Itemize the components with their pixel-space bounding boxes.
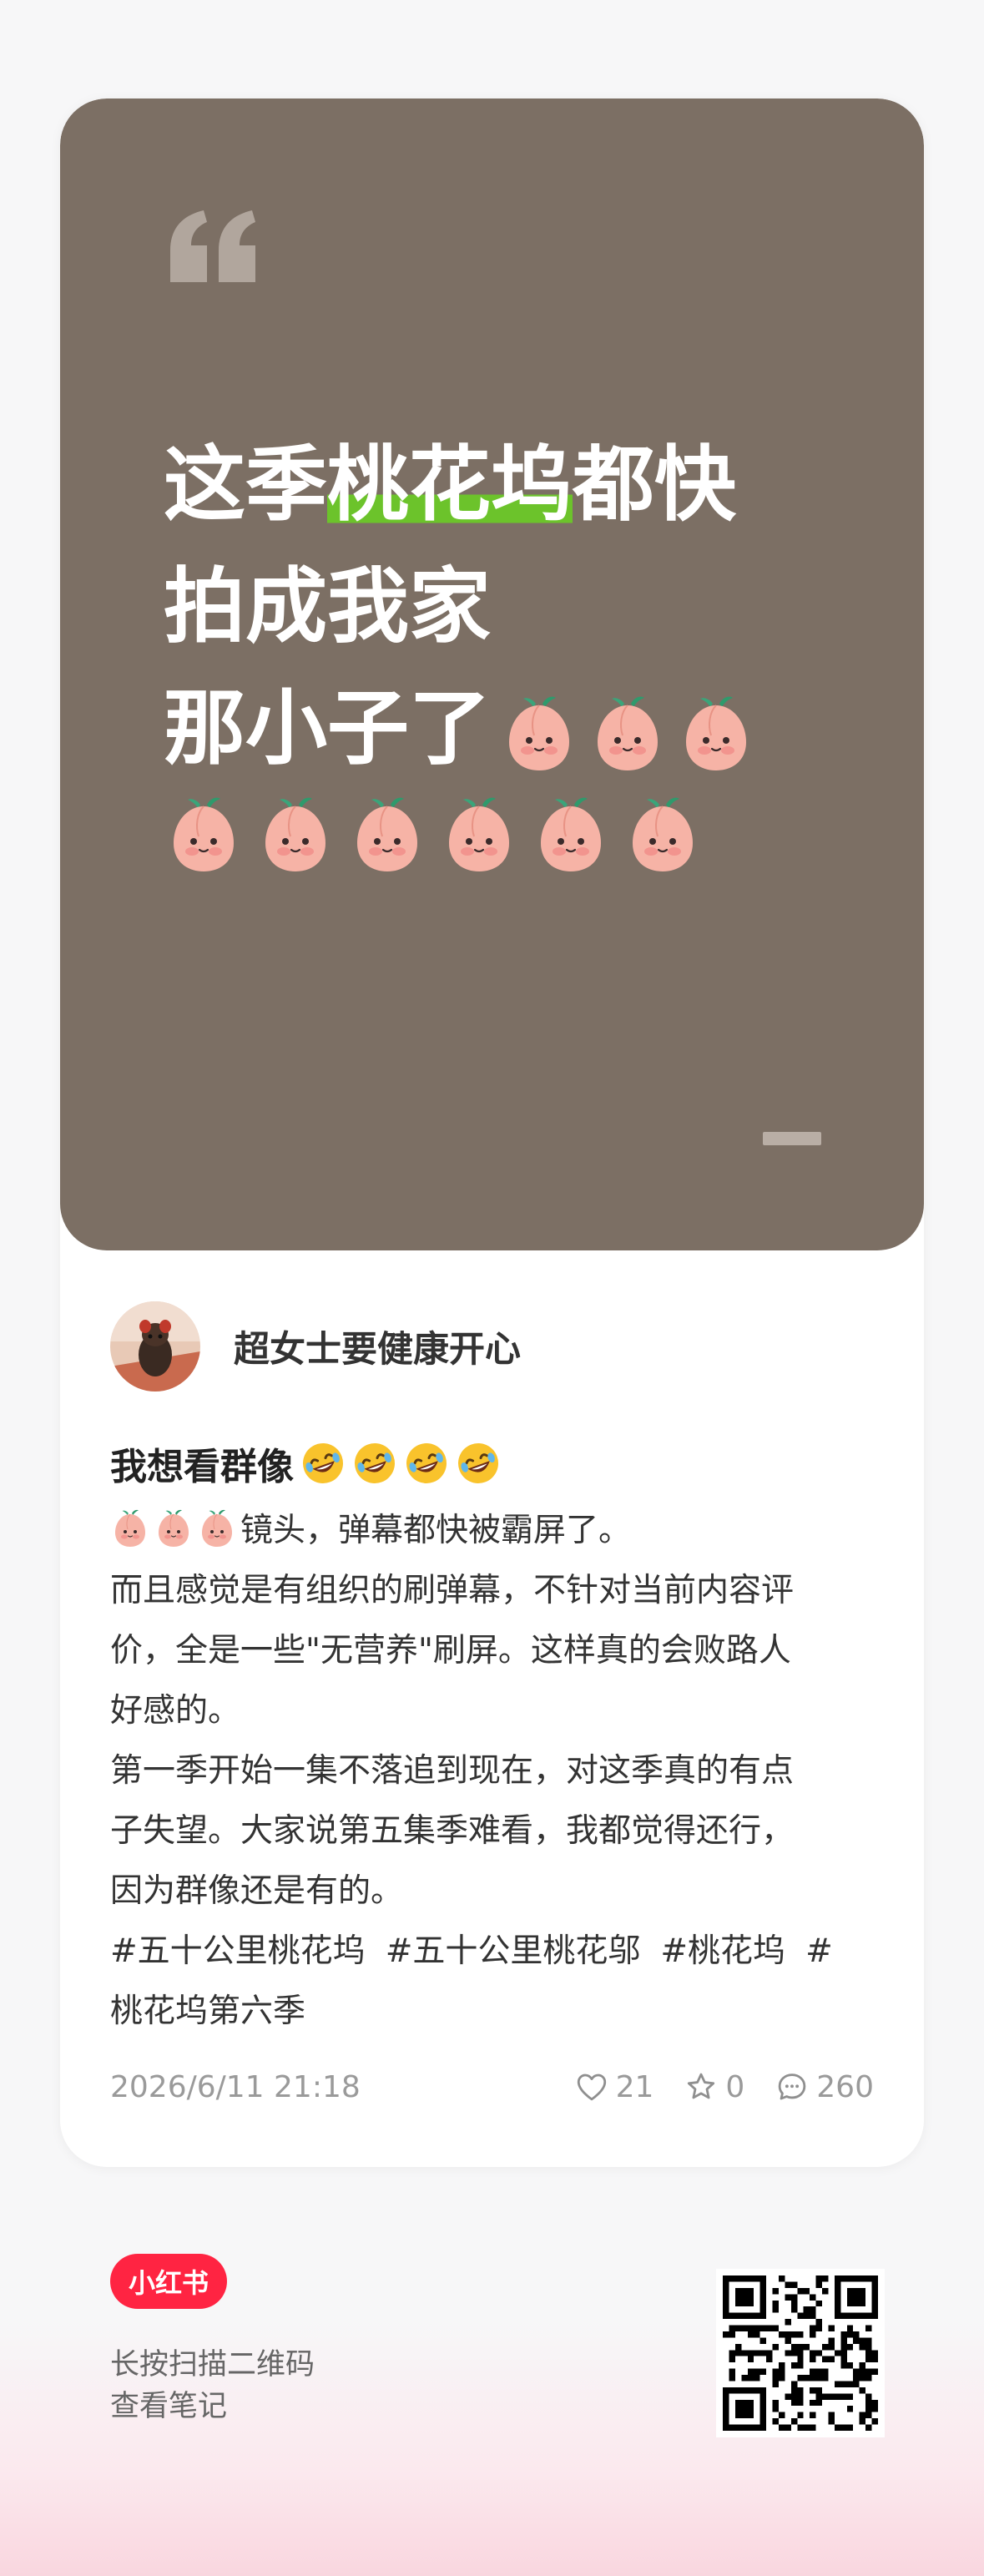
tags-line-2: 桃花坞第六季 — [110, 1982, 878, 2042]
rolling-laugh-icon — [404, 1441, 449, 1486]
body-line-7: 因为群像还是有的。 — [110, 1872, 404, 1910]
cover-dash — [763, 1132, 821, 1145]
peach-icon — [588, 692, 668, 775]
like-button[interactable]: 21 — [574, 2069, 654, 2104]
body-line-2: 而且感觉是有组织的刷弹幕，不针对当前内容评 — [110, 1572, 795, 1609]
cover-line-1: 这季桃花坞都快 — [164, 424, 848, 546]
post-body: 镜头，弹幕都快被霸屏了。 而且感觉是有组织的刷弹幕，不针对当前内容评 价，全是一… — [110, 1501, 878, 2042]
qr-code-icon — [723, 2275, 878, 2431]
body-line-3: 价，全是一些"无营养"刷屏。这样真的会败路人 — [110, 1632, 791, 1669]
post-title-text: 我想看群像 — [110, 1446, 294, 1488]
comment-button[interactable]: 260 — [775, 2069, 874, 2104]
peach-icon — [347, 793, 427, 876]
peach-icon — [164, 793, 244, 876]
avatar[interactable] — [110, 1301, 200, 1392]
title-emojis — [294, 1441, 501, 1486]
body-line-1: 镜头，弹幕都快被霸屏了。 — [110, 1501, 878, 1561]
footer-line-2: 查看笔记 — [110, 2390, 228, 2423]
rolling-laugh-icon — [300, 1441, 346, 1486]
comment-icon — [779, 2073, 806, 2100]
peach-icon — [623, 793, 703, 876]
quote-mark-icon — [170, 210, 255, 282]
author-name[interactable]: 超女士要健康开心 — [234, 1321, 521, 1372]
hashtag[interactable]: #桃花坞 — [660, 1932, 785, 1970]
peach-icon — [531, 793, 611, 876]
heart-icon — [577, 2073, 606, 2101]
cover-line-3: 那小子了 — [164, 668, 848, 790]
note-card: 这季桃花坞都快 拍成我家 那小子了 超女士要健康开心 我想看群像 镜头，弹幕都快… — [60, 98, 924, 2167]
body-line-6: 子失望。大家说第五集季难看，我都觉得还行， — [110, 1812, 795, 1850]
tags-line-1: #五十公里桃花坞 #五十公里桃花邬 #桃花坞 # — [110, 1922, 878, 1982]
body-line-1-text: 镜头，弹幕都快被霸屏了。 — [240, 1512, 632, 1549]
peach-icon — [439, 793, 519, 876]
post-title: 我想看群像 — [110, 1434, 501, 1493]
post-meta: 2026/6/11 21:18 21 0 260 — [110, 2062, 874, 2112]
cover-line-2: 拍成我家 — [164, 559, 492, 654]
author-row[interactable]: 超女士要健康开心 — [110, 1301, 521, 1392]
comment-count: 260 — [816, 2069, 874, 2104]
star-icon — [688, 2073, 715, 2099]
cover-highlight: 桃花坞 — [327, 437, 573, 533]
body-peaches — [110, 1509, 240, 1549]
peach-icon — [154, 1508, 194, 1549]
footer-line-1: 长按扫描二维码 — [110, 2348, 315, 2382]
body-line-5: 第一季开始一集不落追到现在，对这季真的有点 — [110, 1752, 795, 1790]
peach-icon — [676, 692, 756, 775]
cover-line-1-pre: 这季 — [164, 437, 328, 533]
cover-image: 这季桃花坞都快 拍成我家 那小子了 — [60, 98, 924, 1250]
avatar-dog-icon — [110, 1301, 200, 1392]
hashtag[interactable]: #五十公里桃花坞 — [110, 1932, 366, 1970]
xiaohongshu-logo: 小红书 — [110, 2254, 227, 2309]
cover-quote: 这季桃花坞都快 拍成我家 那小子了 — [164, 424, 848, 876]
qr-code[interactable] — [716, 2269, 885, 2437]
footer-text: 长按扫描二维码 查看笔记 — [110, 2344, 315, 2427]
peach-icon — [110, 1508, 150, 1549]
collect-button[interactable]: 0 — [684, 2069, 744, 2104]
hashtag[interactable]: # — [805, 1932, 833, 1970]
body-line-4: 好感的。 — [110, 1692, 241, 1730]
rolling-laugh-icon — [456, 1441, 501, 1486]
inline-peach-row — [499, 692, 756, 775]
hashtag[interactable]: #五十公里桃花邬 — [386, 1932, 641, 1970]
stats: 21 0 260 — [574, 2069, 874, 2104]
hashtag[interactable]: 桃花坞第六季 — [110, 1993, 305, 2030]
cover-line-1-post: 都快 — [573, 437, 737, 533]
peach-icon — [197, 1508, 237, 1549]
like-count: 21 — [615, 2069, 654, 2104]
peach-icon — [499, 692, 579, 775]
peach-icon — [255, 793, 336, 876]
post-timestamp: 2026/6/11 21:18 — [110, 2069, 361, 2104]
cover-line-3-text: 那小子了 — [164, 681, 492, 776]
peach-row — [164, 793, 848, 876]
rolling-laugh-icon — [352, 1441, 397, 1486]
star-count: 0 — [725, 2069, 745, 2104]
